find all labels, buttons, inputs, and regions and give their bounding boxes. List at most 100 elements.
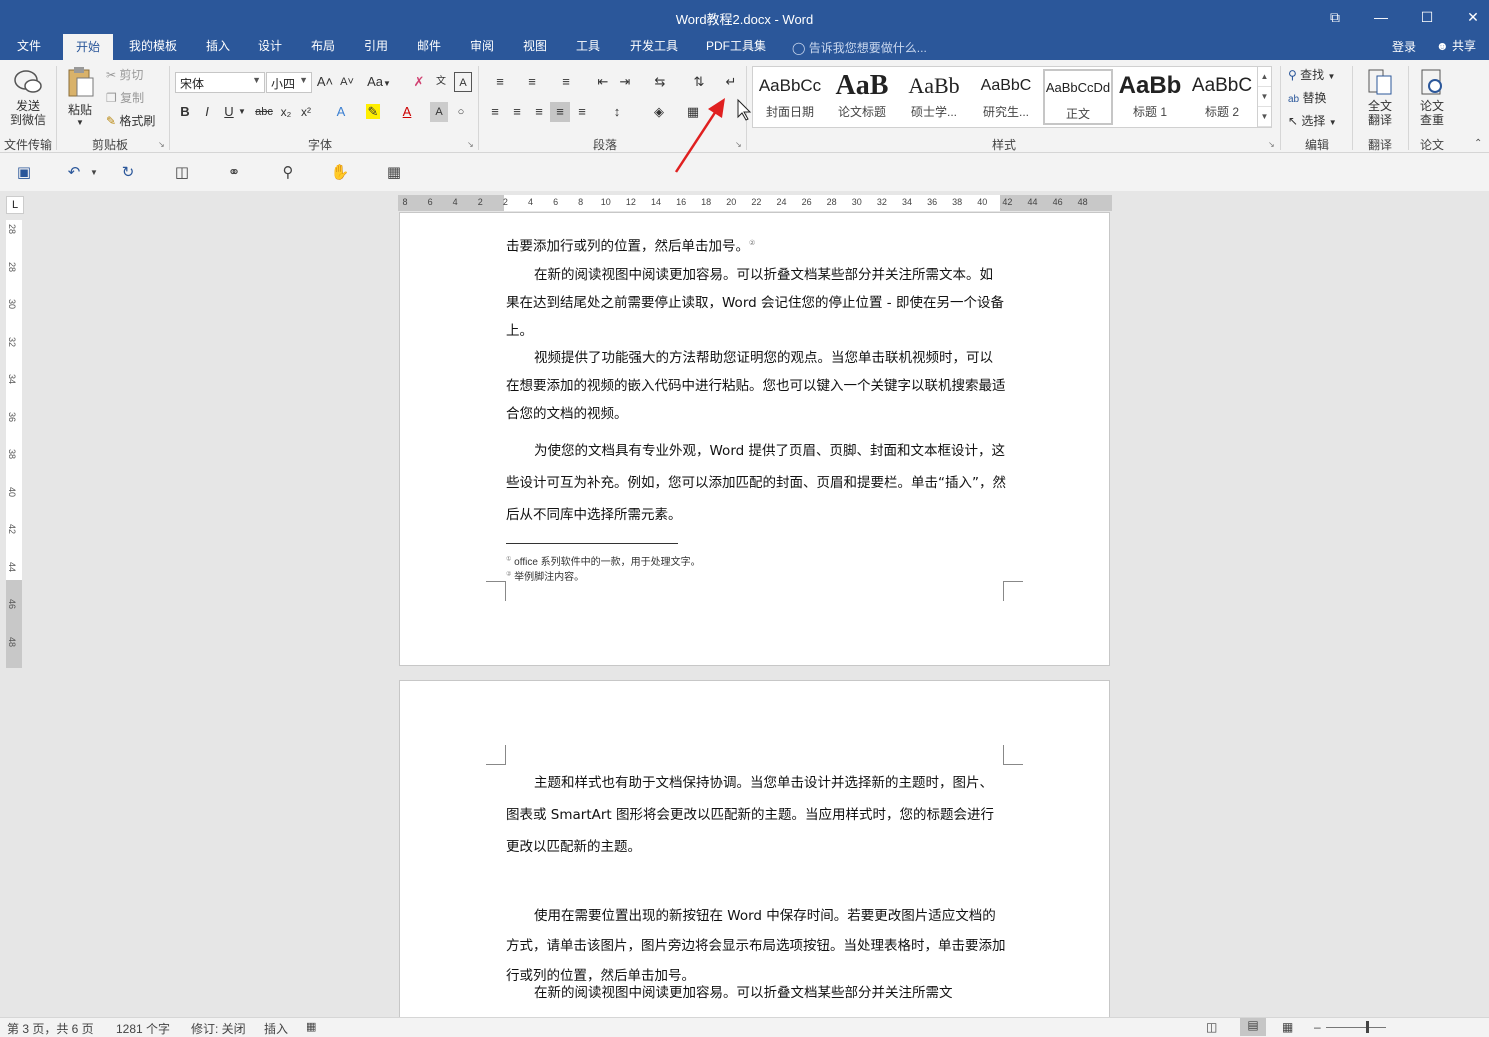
maximize-button[interactable]: ☐ — [1404, 0, 1450, 34]
login-link[interactable]: 登录 — [1392, 38, 1416, 55]
gallery-up-icon[interactable]: ▲ — [1258, 67, 1271, 87]
style-graduate[interactable]: AaBbC 研究生... — [971, 69, 1041, 125]
tab-pdf-tools[interactable]: PDF工具集 — [700, 34, 772, 60]
ribbon-display-options-button[interactable]: ⧉ — [1312, 0, 1358, 34]
chevron-down-icon[interactable]: ▼ — [238, 102, 246, 122]
align-center-icon[interactable]: ≡ — [508, 102, 526, 122]
bullets-icon[interactable]: ≡ — [486, 72, 514, 92]
find-button[interactable]: ⚲ 查找 ▼ — [1288, 66, 1335, 83]
zoom-out-icon[interactable]: – — [1314, 1020, 1321, 1034]
tab-file[interactable]: 文件 — [4, 34, 54, 60]
align-right-icon[interactable]: ≡ — [530, 102, 548, 122]
tab-selector[interactable]: L — [6, 196, 24, 214]
justify-icon[interactable]: ≡ — [550, 102, 570, 122]
dialog-launcher-icon[interactable]: ↘ — [1268, 140, 1275, 149]
tab-home[interactable]: 开始 — [63, 34, 113, 60]
zoom-slider[interactable] — [1326, 1027, 1386, 1028]
tab-tools[interactable]: 工具 — [566, 34, 610, 60]
page-count[interactable]: 第 3 页，共 6 页 — [7, 1020, 94, 1037]
horizontal-ruler[interactable]: 8 6 4 2 2 4 6 8 10 12 14 16 18 20 22 24 26 28 30 32 34 36 38 40… — [398, 195, 1112, 211]
paper-check-button[interactable]: 论文 查重 — [1412, 68, 1452, 127]
redo-icon[interactable]: ↻ — [118, 163, 138, 183]
style-heading-1[interactable]: AaBb 标题 1 — [1115, 69, 1185, 125]
strikethrough-button[interactable]: abc — [252, 102, 276, 122]
minimize-button[interactable]: — — [1358, 0, 1404, 34]
track-changes-status[interactable]: 修订: 关闭 — [191, 1020, 246, 1037]
cut-button[interactable]: ✂ 剪切 — [106, 66, 143, 83]
numbering-icon[interactable]: ≡ — [518, 72, 546, 92]
bold-button[interactable]: B — [177, 102, 193, 122]
tab-review[interactable]: 审阅 — [460, 34, 504, 60]
shading-icon[interactable]: ◈ — [646, 102, 672, 122]
send-to-wechat-button[interactable]: 发送 到微信 — [6, 68, 50, 127]
dialog-launcher-icon[interactable]: ↘ — [158, 140, 165, 149]
decrease-indent-icon[interactable]: ⇤ — [594, 72, 612, 92]
customize-icon[interactable]: ▦ — [384, 163, 404, 183]
multilevel-list-icon[interactable]: ≡ — [552, 72, 580, 92]
style-paper-title[interactable]: AaB 论文标题 — [827, 69, 897, 125]
borders-icon[interactable]: ▦ — [680, 102, 706, 122]
copy-button[interactable]: ❐ 复制 — [106, 89, 144, 106]
print-preview-icon[interactable]: ⚲ — [278, 163, 298, 183]
macro-record-icon[interactable]: ▦ — [306, 1020, 316, 1033]
page-1[interactable]: ▔▔▔▔▔▔▔▔▔▔▔▔▔▔▔▔▔▔▔▔▔▔▔▔▔▔▔ 击要添加行或列的位置，然… — [399, 211, 1110, 666]
subscript-button[interactable]: x₂ — [278, 102, 294, 122]
vertical-ruler[interactable]: 28 28 30 32 34 36 38 40 42 44 46 48 — [6, 220, 22, 668]
increase-indent-icon[interactable]: ⇥ — [616, 72, 634, 92]
web-layout-icon[interactable]: ⚭ — [224, 163, 244, 183]
chevron-down-icon[interactable]: ▼ — [84, 163, 104, 183]
clear-formatting-icon[interactable]: ✗ — [410, 72, 428, 92]
print-layout-view-icon[interactable]: ▤ — [1240, 1018, 1266, 1036]
line-spacing-icon[interactable]: ↕ — [604, 102, 630, 122]
format-painter-button[interactable]: ✎ 格式刷 — [106, 112, 155, 129]
gallery-down-icon[interactable]: ▼ — [1258, 87, 1271, 107]
page-2[interactable]: 主题和样式也有助于文档保持协调。当您单击设计并选择新的主题时，图片、图表或 Sm… — [399, 680, 1110, 1020]
sort-icon[interactable]: ⇅ — [690, 72, 708, 92]
tab-my-templates[interactable]: 我的模板 — [120, 34, 186, 60]
web-layout-view-icon[interactable]: ▦ — [1282, 1020, 1293, 1034]
share-button[interactable]: ☻ 共享 — [1432, 36, 1480, 58]
tab-references[interactable]: 引用 — [354, 34, 398, 60]
shrink-font-button[interactable]: A˅ — [338, 72, 356, 92]
character-shading-icon[interactable]: A — [430, 102, 448, 122]
select-button[interactable]: ↖ 选择 ▼ — [1288, 112, 1337, 129]
zoom-slider-thumb[interactable] — [1366, 1021, 1369, 1033]
tab-layout[interactable]: 布局 — [301, 34, 345, 60]
style-cover-date[interactable]: AaBbCc 封面日期 — [755, 69, 825, 125]
phonetic-guide-icon[interactable]: 文 — [432, 72, 450, 92]
undo-icon[interactable]: ↶ — [64, 163, 84, 183]
read-mode-view-icon[interactable]: ◫ — [1206, 1020, 1217, 1034]
read-mode-icon[interactable]: ◫ — [172, 163, 192, 183]
paste-button[interactable]: 粘贴 ▼ — [62, 66, 98, 127]
underline-button[interactable]: U — [221, 102, 237, 122]
distributed-icon[interactable]: ≡ — [573, 102, 591, 122]
close-button[interactable]: ✕ — [1450, 0, 1489, 34]
show-paragraph-marks-icon[interactable]: ↵ — [722, 72, 740, 92]
superscript-button[interactable]: x² — [298, 102, 314, 122]
chinese-layout-icon[interactable]: ⇆ — [648, 72, 672, 92]
paragraph-dialog-launcher-icon[interactable]: ↘ — [735, 140, 742, 149]
style-normal[interactable]: AaBbCcDd 正文 — [1043, 69, 1113, 125]
tab-developer[interactable]: 开发工具 — [622, 34, 686, 60]
collapse-ribbon-icon[interactable]: ⌃ — [1474, 138, 1482, 149]
change-case-button[interactable]: Aa▼ — [366, 72, 392, 92]
touch-mode-icon[interactable]: ✋ — [330, 163, 350, 183]
insert-mode-status[interactable]: 插入 — [264, 1020, 288, 1037]
replace-button[interactable]: ab 替换 — [1288, 89, 1326, 106]
gallery-more-icon[interactable]: ▼ — [1258, 107, 1271, 127]
highlight-icon[interactable]: ✎ — [362, 102, 384, 122]
font-name-box[interactable]: 宋体 ▼ — [175, 72, 265, 93]
tell-me-box[interactable]: ◯ 告诉我您想要做什么... — [792, 39, 927, 56]
style-heading-2[interactable]: AaBbC 标题 2 — [1187, 69, 1257, 125]
font-color-icon[interactable]: A — [396, 102, 418, 122]
style-master[interactable]: AaBb 硕士学... — [899, 69, 969, 125]
text-effects-icon[interactable]: A — [330, 102, 352, 122]
character-border-icon[interactable]: A — [454, 72, 472, 92]
enclose-characters-icon[interactable]: ○ — [452, 102, 470, 122]
dialog-launcher-icon[interactable]: ↘ — [467, 140, 474, 149]
tab-design[interactable]: 设计 — [248, 34, 292, 60]
full-translate-button[interactable]: 全文 翻译 — [1360, 68, 1400, 127]
grow-font-button[interactable]: A˄ — [316, 72, 334, 92]
save-icon[interactable]: ▣ — [14, 163, 34, 183]
tab-view[interactable]: 视图 — [513, 34, 557, 60]
